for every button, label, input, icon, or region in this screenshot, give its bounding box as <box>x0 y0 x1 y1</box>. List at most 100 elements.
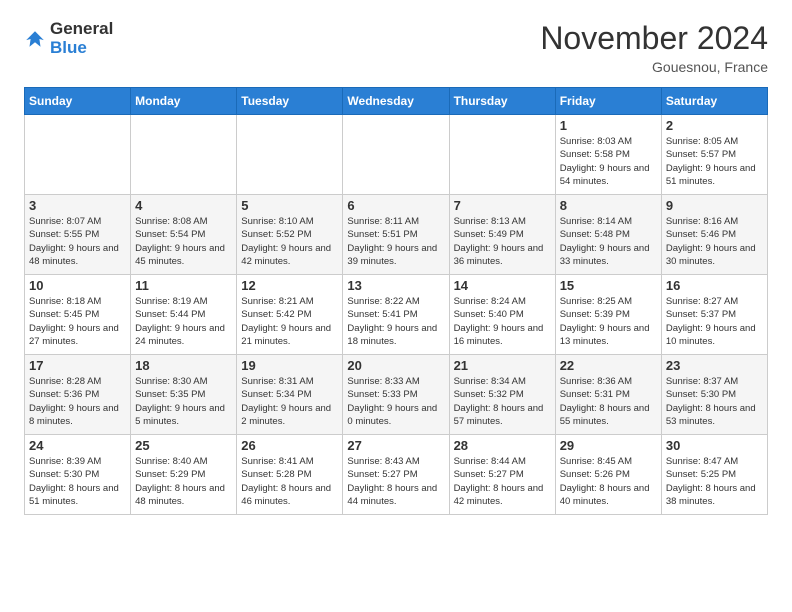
table-row: 4 Sunrise: 8:08 AM Sunset: 5:54 PM Daylig… <box>131 195 237 275</box>
day-number: 19 <box>241 358 338 373</box>
table-row: 7 Sunrise: 8:13 AM Sunset: 5:49 PM Daylig… <box>449 195 555 275</box>
table-row: 13Sunrise: 8:22 AM Sunset: 5:41 PM Dayli… <box>343 275 449 355</box>
table-row: 8 Sunrise: 8:14 AM Sunset: 5:48 PM Daylig… <box>555 195 661 275</box>
day-number: 15 <box>560 278 657 293</box>
table-row: 30Sunrise: 8:47 AM Sunset: 5:25 PM Dayli… <box>661 435 767 515</box>
day-number: 29 <box>560 438 657 453</box>
day-info: Sunrise: 8:44 AM Sunset: 5:27 PM Dayligh… <box>454 455 551 508</box>
day-info: Sunrise: 8:13 AM Sunset: 5:49 PM Dayligh… <box>454 215 551 268</box>
day-info: Sunrise: 8:47 AM Sunset: 5:25 PM Dayligh… <box>666 455 763 508</box>
day-info: Sunrise: 8:27 AM Sunset: 5:37 PM Dayligh… <box>666 295 763 348</box>
day-info: Sunrise: 8:22 AM Sunset: 5:41 PM Dayligh… <box>347 295 444 348</box>
table-row: 27 Sunrise: 8:43 AM Sunset: 5:27 PM Dayli… <box>343 435 449 515</box>
day-info: Sunrise: 8:18 AM Sunset: 5:45 PM Dayligh… <box>29 295 126 348</box>
calendar-row: 24 Sunrise: 8:39 AM Sunset: 5:30 PM Dayli… <box>25 435 768 515</box>
day-info: Sunrise: 8:10 AM Sunset: 5:52 PM Dayligh… <box>241 215 338 268</box>
table-row: 24 Sunrise: 8:39 AM Sunset: 5:30 PM Dayli… <box>25 435 131 515</box>
table-row <box>237 115 343 195</box>
table-row: 22 Sunrise: 8:36 AM Sunset: 5:31 PM Dayli… <box>555 355 661 435</box>
day-number: 3 <box>29 198 126 213</box>
day-number: 5 <box>241 198 338 213</box>
day-number: 24 <box>29 438 126 453</box>
table-row: 6Sunrise: 8:11 AM Sunset: 5:51 PM Daylig… <box>343 195 449 275</box>
day-info: Sunrise: 8:33 AM Sunset: 5:33 PM Dayligh… <box>347 375 444 428</box>
table-row: 23 Sunrise: 8:37 AM Sunset: 5:30 PM Dayli… <box>661 355 767 435</box>
day-number: 8 <box>560 198 657 213</box>
day-info: Sunrise: 8:08 AM Sunset: 5:54 PM Dayligh… <box>135 215 232 268</box>
day-info: Sunrise: 8:05 AM Sunset: 5:57 PM Dayligh… <box>666 135 763 188</box>
calendar-row: 1Sunrise: 8:03 AM Sunset: 5:58 PM Daylig… <box>25 115 768 195</box>
table-row: 12 Sunrise: 8:21 AM Sunset: 5:42 PM Dayli… <box>237 275 343 355</box>
day-info: Sunrise: 8:25 AM Sunset: 5:39 PM Dayligh… <box>560 295 657 348</box>
day-number: 27 <box>347 438 444 453</box>
day-number: 14 <box>454 278 551 293</box>
table-row: 19 Sunrise: 8:31 AM Sunset: 5:34 PM Dayli… <box>237 355 343 435</box>
page: General Blue November 2024 Gouesnou, Fra… <box>0 0 792 531</box>
month-title: November 2024 <box>540 20 768 57</box>
calendar-row: 10 Sunrise: 8:18 AM Sunset: 5:45 PM Dayli… <box>25 275 768 355</box>
table-row <box>131 115 237 195</box>
table-row: 3 Sunrise: 8:07 AM Sunset: 5:55 PM Daylig… <box>25 195 131 275</box>
day-number: 26 <box>241 438 338 453</box>
day-info: Sunrise: 8:31 AM Sunset: 5:34 PM Dayligh… <box>241 375 338 428</box>
day-number: 25 <box>135 438 232 453</box>
day-info: Sunrise: 8:24 AM Sunset: 5:40 PM Dayligh… <box>454 295 551 348</box>
table-row: 1Sunrise: 8:03 AM Sunset: 5:58 PM Daylig… <box>555 115 661 195</box>
col-tuesday: Tuesday <box>237 88 343 115</box>
table-row: 20 Sunrise: 8:33 AM Sunset: 5:33 PM Dayli… <box>343 355 449 435</box>
day-info: Sunrise: 8:28 AM Sunset: 5:36 PM Dayligh… <box>29 375 126 428</box>
col-friday: Friday <box>555 88 661 115</box>
day-number: 1 <box>560 118 657 133</box>
location: Gouesnou, France <box>540 59 768 75</box>
day-info: Sunrise: 8:34 AM Sunset: 5:32 PM Dayligh… <box>454 375 551 428</box>
day-number: 22 <box>560 358 657 373</box>
day-info: Sunrise: 8:21 AM Sunset: 5:42 PM Dayligh… <box>241 295 338 348</box>
day-info: Sunrise: 8:36 AM Sunset: 5:31 PM Dayligh… <box>560 375 657 428</box>
day-info: Sunrise: 8:30 AM Sunset: 5:35 PM Dayligh… <box>135 375 232 428</box>
table-row: 26 Sunrise: 8:41 AM Sunset: 5:28 PM Dayli… <box>237 435 343 515</box>
title-area: November 2024 Gouesnou, France <box>540 20 768 75</box>
day-number: 17 <box>29 358 126 373</box>
col-monday: Monday <box>131 88 237 115</box>
day-info: Sunrise: 8:40 AM Sunset: 5:29 PM Dayligh… <box>135 455 232 508</box>
calendar-row: 3 Sunrise: 8:07 AM Sunset: 5:55 PM Daylig… <box>25 195 768 275</box>
day-info: Sunrise: 8:07 AM Sunset: 5:55 PM Dayligh… <box>29 215 126 268</box>
table-row: 9Sunrise: 8:16 AM Sunset: 5:46 PM Daylig… <box>661 195 767 275</box>
day-number: 11 <box>135 278 232 293</box>
day-number: 21 <box>454 358 551 373</box>
day-info: Sunrise: 8:41 AM Sunset: 5:28 PM Dayligh… <box>241 455 338 508</box>
day-info: Sunrise: 8:37 AM Sunset: 5:30 PM Dayligh… <box>666 375 763 428</box>
day-info: Sunrise: 8:39 AM Sunset: 5:30 PM Dayligh… <box>29 455 126 508</box>
table-row <box>449 115 555 195</box>
day-number: 12 <box>241 278 338 293</box>
day-number: 28 <box>454 438 551 453</box>
col-thursday: Thursday <box>449 88 555 115</box>
table-row: 15 Sunrise: 8:25 AM Sunset: 5:39 PM Dayli… <box>555 275 661 355</box>
table-row: 25 Sunrise: 8:40 AM Sunset: 5:29 PM Dayli… <box>131 435 237 515</box>
table-row: 2 Sunrise: 8:05 AM Sunset: 5:57 PM Daylig… <box>661 115 767 195</box>
day-number: 10 <box>29 278 126 293</box>
day-info: Sunrise: 8:19 AM Sunset: 5:44 PM Dayligh… <box>135 295 232 348</box>
day-number: 7 <box>454 198 551 213</box>
table-row: 5 Sunrise: 8:10 AM Sunset: 5:52 PM Daylig… <box>237 195 343 275</box>
header: General Blue November 2024 Gouesnou, Fra… <box>24 20 768 75</box>
day-number: 20 <box>347 358 444 373</box>
day-number: 4 <box>135 198 232 213</box>
day-number: 2 <box>666 118 763 133</box>
logo-blue: Blue <box>50 39 113 58</box>
table-row: 16Sunrise: 8:27 AM Sunset: 5:37 PM Dayli… <box>661 275 767 355</box>
day-info: Sunrise: 8:14 AM Sunset: 5:48 PM Dayligh… <box>560 215 657 268</box>
table-row: 28 Sunrise: 8:44 AM Sunset: 5:27 PM Dayli… <box>449 435 555 515</box>
col-saturday: Saturday <box>661 88 767 115</box>
day-number: 9 <box>666 198 763 213</box>
day-number: 18 <box>135 358 232 373</box>
day-number: 6 <box>347 198 444 213</box>
logo-general: General <box>50 20 113 39</box>
day-info: Sunrise: 8:45 AM Sunset: 5:26 PM Dayligh… <box>560 455 657 508</box>
day-info: Sunrise: 8:43 AM Sunset: 5:27 PM Dayligh… <box>347 455 444 508</box>
table-row: 11 Sunrise: 8:19 AM Sunset: 5:44 PM Dayli… <box>131 275 237 355</box>
table-row <box>343 115 449 195</box>
day-number: 23 <box>666 358 763 373</box>
calendar-header-row: Sunday Monday Tuesday Wednesday Thursday… <box>25 88 768 115</box>
col-sunday: Sunday <box>25 88 131 115</box>
